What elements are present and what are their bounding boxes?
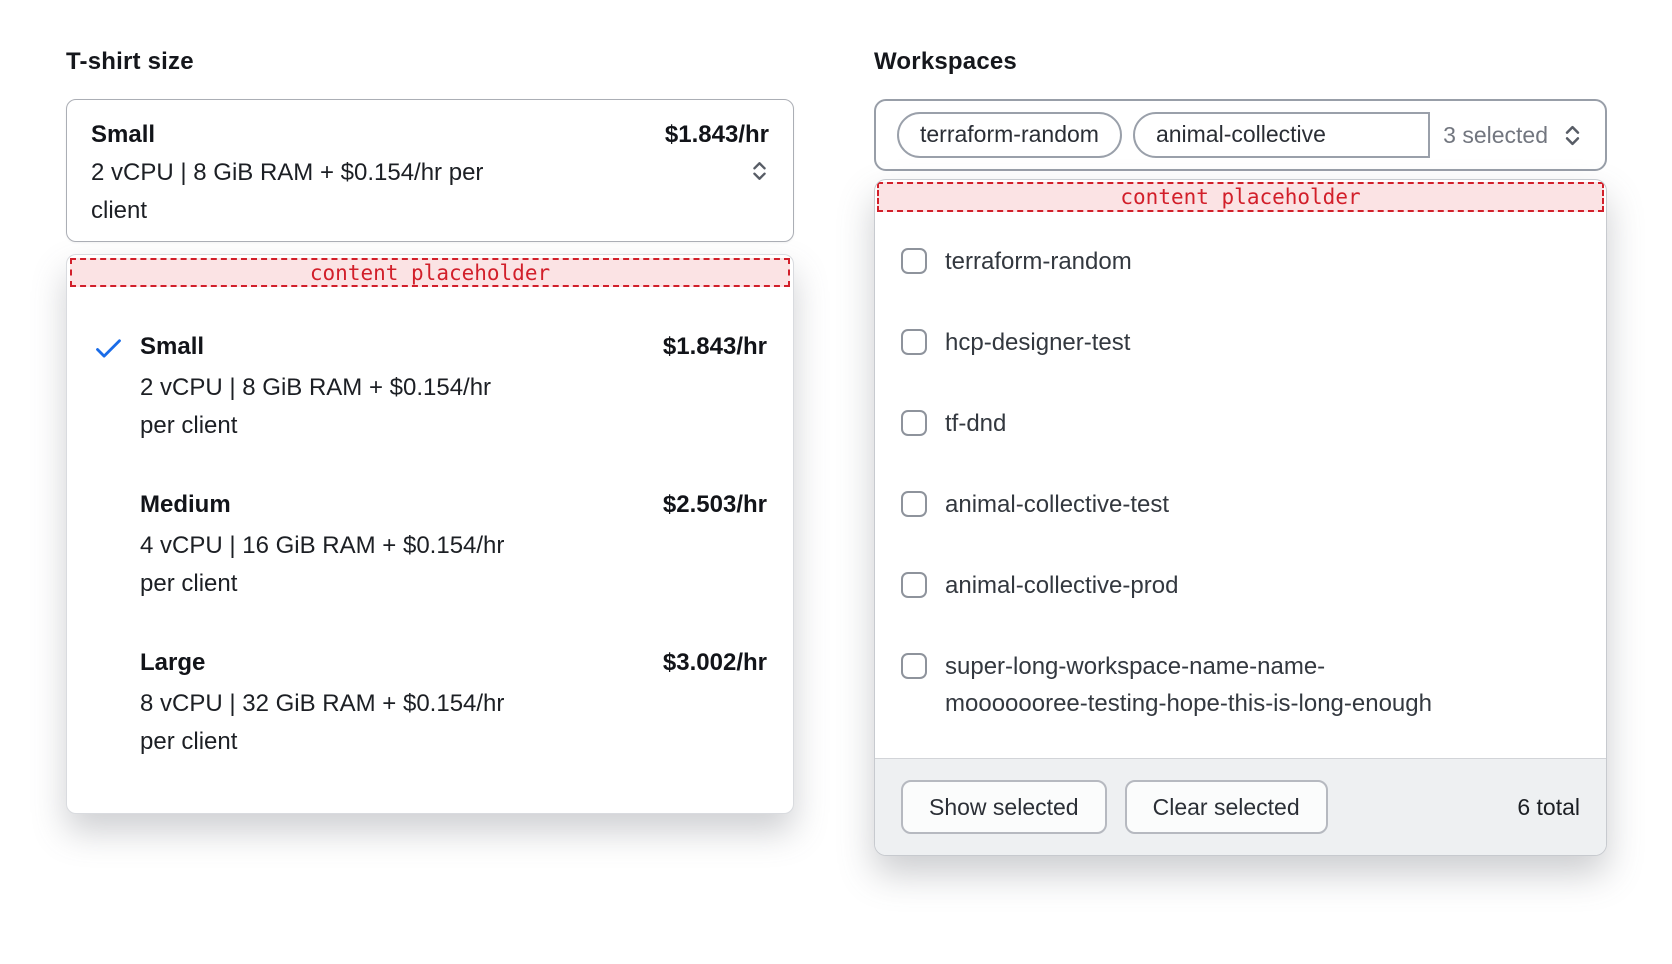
workspace-option-animal-collective-prod[interactable]: animal-collective-prod [875, 545, 1606, 626]
workspaces-section: Workspaces terraform-random animal-colle… [874, 48, 1607, 856]
workspace-label: hcp-designer-test [945, 324, 1130, 361]
workspaces-footer: Show selected Clear selected 6 total [875, 758, 1606, 855]
clear-selected-button[interactable]: Clear selected [1125, 780, 1328, 834]
workspace-option-terraform-random[interactable]: terraform-random [875, 221, 1606, 302]
checkbox[interactable] [901, 572, 927, 598]
option-description: 2 vCPU | 8 GiB RAM + $0.154/hr per clien… [140, 369, 590, 445]
workspace-option-animal-collective-test[interactable]: animal-collective-test [875, 464, 1606, 545]
check-spacer [93, 488, 140, 603]
tshirt-size-title: T-shirt size [66, 48, 794, 76]
workspace-label: animal-collective-prod [945, 567, 1178, 604]
workspace-options-list: terraform-random hcp-designer-test tf-dn… [875, 214, 1606, 758]
select-updown-chevron-icon [746, 157, 773, 184]
show-selected-button[interactable]: Show selected [901, 780, 1107, 834]
option-title: Small [140, 330, 204, 364]
selected-option-title: Small [91, 116, 155, 153]
option-price: $3.002/hr [663, 646, 767, 680]
option-description: 4 vCPU | 16 GiB RAM + $0.154/hr per clie… [140, 527, 590, 603]
check-spacer [93, 646, 140, 761]
option-description: 8 vCPU | 32 GiB RAM + $0.154/hr per clie… [140, 685, 590, 761]
workspaces-multiselect-trigger[interactable]: terraform-random animal-collective 3 sel… [874, 99, 1607, 171]
checkbox[interactable] [901, 653, 927, 679]
option-small[interactable]: Small $1.843/hr 2 vCPU | 8 GiB RAM + $0.… [67, 330, 793, 445]
workspace-label: tf-dnd [945, 405, 1006, 442]
selected-tag-terraform-random[interactable]: terraform-random [897, 112, 1122, 158]
content-placeholder-banner: content placeholder [877, 182, 1604, 212]
workspace-label: animal-collective-test [945, 486, 1169, 523]
workspace-label: terraform-random [945, 243, 1132, 280]
selected-option-price: $1.843/hr [665, 116, 769, 153]
tshirt-select-trigger[interactable]: Small $1.843/hr 2 vCPU | 8 GiB RAM + $0.… [66, 99, 794, 242]
multiselect-updown-chevron-icon [1558, 121, 1587, 150]
workspace-option-tf-dnd[interactable]: tf-dnd [875, 383, 1606, 464]
option-medium[interactable]: Medium $2.503/hr 4 vCPU | 16 GiB RAM + $… [67, 488, 793, 603]
checkbox[interactable] [901, 329, 927, 355]
checkbox[interactable] [901, 491, 927, 517]
content-placeholder-banner: content placeholder [70, 258, 790, 287]
workspace-option-hcp-designer-test[interactable]: hcp-designer-test [875, 302, 1606, 383]
check-icon [93, 330, 140, 445]
checkbox[interactable] [901, 248, 927, 274]
tshirt-size-section: T-shirt size Small $1.843/hr 2 vCPU | 8 … [66, 48, 794, 814]
option-large[interactable]: Large $3.002/hr 8 vCPU | 32 GiB RAM + $0… [67, 646, 793, 761]
workspace-option-super-long-workspace[interactable]: super-long-workspace-name-name- moooooor… [875, 626, 1606, 744]
tshirt-dropdown-panel: content placeholder Small $1.843/hr 2 vC… [66, 254, 794, 814]
selected-count: 3 selected [1443, 122, 1548, 149]
option-title: Large [140, 646, 205, 680]
workspace-label: super-long-workspace-name-name- moooooor… [945, 648, 1432, 722]
workspaces-title: Workspaces [874, 48, 1607, 76]
workspaces-dropdown-panel: content placeholder terraform-random hcp… [874, 179, 1607, 856]
option-price: $2.503/hr [663, 488, 767, 522]
option-price: $1.843/hr [663, 330, 767, 364]
selected-tag-animal-collective[interactable]: animal-collective [1133, 112, 1430, 158]
checkbox[interactable] [901, 410, 927, 436]
total-count: 6 total [1517, 794, 1580, 821]
selected-option-description: 2 vCPU | 8 GiB RAM + $0.154/hr per clien… [91, 154, 611, 230]
option-title: Medium [140, 488, 231, 522]
